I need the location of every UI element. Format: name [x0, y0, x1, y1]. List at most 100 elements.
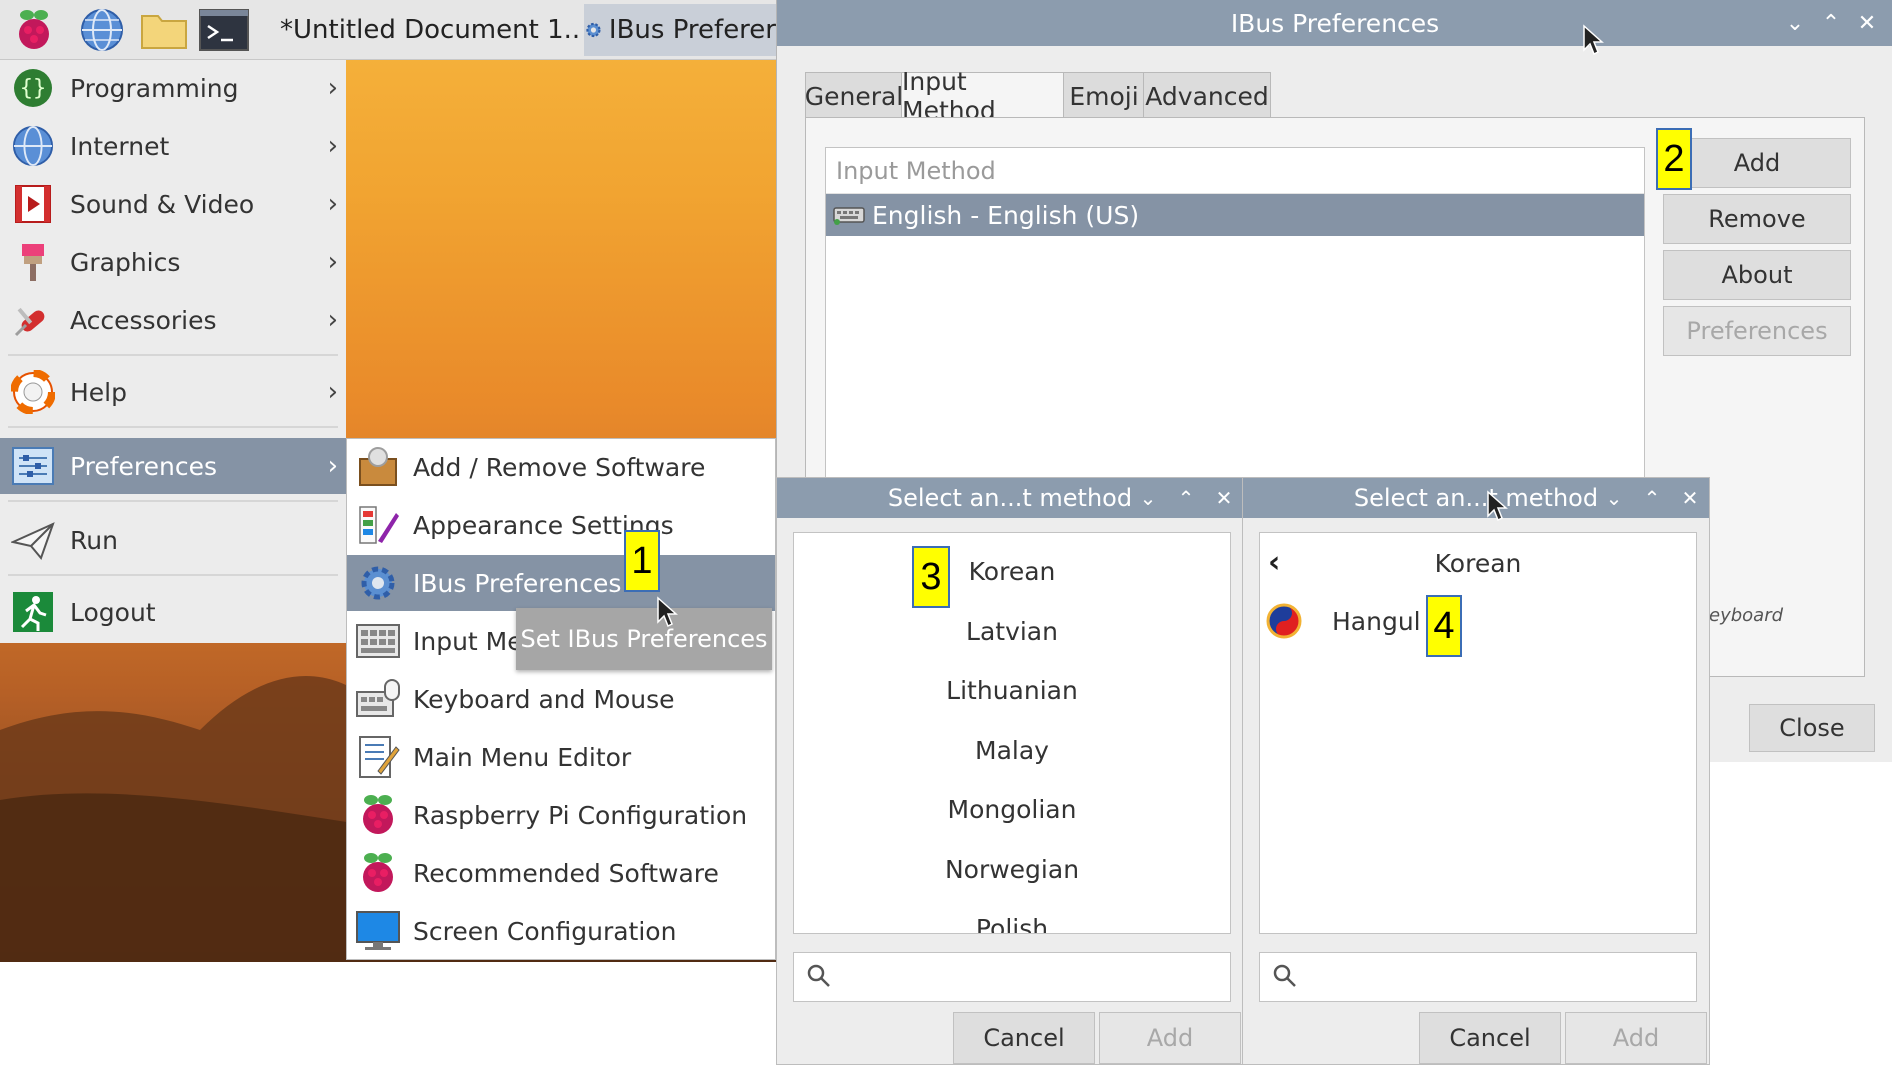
chevron-up-icon[interactable]: ⌃ [1169, 478, 1203, 518]
close-icon[interactable]: ✕ [1849, 0, 1885, 46]
svg-text:{}: {} [20, 76, 47, 101]
submenu-item-label: Main Menu Editor [413, 742, 632, 772]
submenu-item-label: Recommended Software [413, 858, 719, 888]
close-icon[interactable]: ✕ [1207, 478, 1241, 518]
taskbar-task-text-editor[interactable]: *Untitled Document 1... [274, 4, 582, 56]
ibus-gear-icon [355, 560, 401, 606]
language-item-polish[interactable]: Polish [794, 914, 1230, 933]
tab-input-method[interactable]: Input Method [901, 67, 1065, 125]
raspberry-icon [355, 792, 401, 838]
preferences-submenu: Add / Remove Software Appearance Setting… [346, 438, 776, 960]
menu-item-logout[interactable]: Logout [0, 584, 346, 640]
search-input[interactable] [793, 952, 1231, 1002]
tab-emoji[interactable]: Emoji [1063, 72, 1145, 120]
submenu-item-label: Add / Remove Software [413, 452, 706, 482]
language-list[interactable]: Korean Latvian Lithuanian Malay Mongolia… [793, 532, 1231, 934]
language-item-latvian[interactable]: Latvian [794, 617, 1230, 646]
submenu-item-raspberry-pi-configuration[interactable]: Raspberry Pi Configuration [347, 787, 775, 843]
raspberry-icon [355, 850, 401, 896]
pocket-knife-icon [10, 297, 56, 343]
submenu-item-screen-configuration[interactable]: Screen Configuration [347, 903, 775, 959]
add-button[interactable]: Add [1099, 1012, 1241, 1064]
add-button[interactable]: Add [1565, 1012, 1707, 1064]
chevron-right-icon: › [327, 451, 338, 481]
menu-item-label: Programming [70, 73, 239, 103]
close-icon[interactable]: ✕ [1673, 478, 1707, 518]
select-input-method-dialog-right: Select an...t method ⌄ ⌃ ✕ ‹ Korean Hang… [1242, 477, 1710, 1065]
submenu-item-label: Screen Configuration [413, 916, 677, 946]
menu-item-help[interactable]: Help › [0, 364, 346, 420]
language-item-malay[interactable]: Malay [794, 736, 1230, 765]
submenu-item-keyboard-and-mouse[interactable]: Keyboard and Mouse [347, 671, 775, 727]
web-browser-icon[interactable] [76, 6, 128, 54]
mouse-cursor-icon [1583, 24, 1604, 56]
menu-item-sound-video[interactable]: Sound & Video › [0, 176, 346, 232]
taskbar: *Untitled Document 1... IBus Preferer [0, 0, 776, 60]
menu-editor-icon [355, 734, 401, 780]
language-item-mongolian[interactable]: Mongolian [794, 795, 1230, 824]
file-manager-icon[interactable] [138, 6, 190, 54]
task-label: *Untitled Document 1... [280, 15, 582, 45]
chevron-up-icon[interactable]: ⌃ [1635, 478, 1669, 518]
remove-button[interactable]: Remove [1663, 194, 1851, 244]
exit-runner-icon [10, 589, 56, 635]
language-item-korean[interactable]: Korean [794, 557, 1230, 586]
terminal-icon[interactable] [198, 6, 250, 54]
chevron-down-icon[interactable]: ⌄ [1777, 0, 1813, 46]
chevron-down-icon[interactable]: ⌄ [1597, 478, 1631, 518]
chevron-right-icon: › [327, 305, 338, 335]
method-item-hangul[interactable]: Hangul [1260, 599, 1696, 645]
tooltip: Set IBus Preferences [516, 608, 772, 670]
menu-item-run[interactable]: Run [0, 512, 346, 568]
submenu-item-recommended-software[interactable]: Recommended Software [347, 845, 775, 901]
menu-item-graphics[interactable]: Graphics › [0, 234, 346, 290]
annotation-badge-1: 1 [624, 530, 660, 592]
taskbar-task-ibus[interactable]: IBus Preferer [584, 4, 776, 56]
menu-item-label: Internet [70, 131, 170, 161]
tab-advanced[interactable]: Advanced [1143, 72, 1271, 120]
language-item-norwegian[interactable]: Norwegian [794, 855, 1230, 884]
chevron-up-icon[interactable]: ⌃ [1813, 0, 1849, 46]
submenu-item-main-menu-editor[interactable]: Main Menu Editor [347, 729, 775, 785]
menu-item-programming[interactable]: {} Programming › [0, 60, 346, 116]
chevron-right-icon: › [327, 247, 338, 277]
select-input-method-dialog-left: Select an...t method ⌄ ⌃ ✕ Korean Latvia… [776, 477, 1244, 1065]
search-icon [807, 964, 830, 987]
method-list[interactable]: ‹ Korean Hangul [1259, 532, 1697, 934]
cancel-button[interactable]: Cancel [953, 1012, 1095, 1064]
list-item-english-us[interactable]: English - English (US) [826, 194, 1644, 236]
cancel-button[interactable]: Cancel [1419, 1012, 1561, 1064]
menu-item-accessories[interactable]: Accessories › [0, 292, 346, 348]
annotation-badge-4: 4 [1426, 595, 1462, 657]
language-header: Korean [1434, 549, 1522, 578]
annotation-badge-2: 2 [1656, 128, 1692, 190]
keyboard-text: eyboard [1709, 605, 1784, 626]
input-method-list[interactable]: Input Method English - English (US) [825, 147, 1645, 527]
list-item-label: English - English (US) [872, 200, 1140, 230]
chevron-down-icon[interactable]: ⌄ [1131, 478, 1165, 518]
search-input[interactable] [1259, 952, 1697, 1002]
submenu-item-ibus-preferences[interactable]: IBus Preferences [347, 555, 775, 611]
preferences-button[interactable]: Preferences [1663, 306, 1851, 356]
close-button[interactable]: Close [1749, 704, 1875, 752]
chevron-right-icon: › [327, 189, 338, 219]
language-item-lithuanian[interactable]: Lithuanian [794, 676, 1230, 705]
raspberry-menu-icon[interactable] [8, 6, 60, 54]
keyboard-grid-icon [355, 618, 401, 664]
tab-general[interactable]: General [805, 72, 903, 120]
software-package-icon [355, 444, 401, 490]
chevron-right-icon: › [327, 377, 338, 407]
submenu-item-appearance-settings[interactable]: Appearance Settings [347, 497, 775, 553]
menu-item-internet[interactable]: Internet › [0, 118, 346, 174]
paintbrush-icon [10, 239, 56, 285]
menu-item-preferences[interactable]: Preferences › [0, 438, 346, 494]
about-button[interactable]: About [1663, 250, 1851, 300]
preferences-sliders-icon [10, 443, 56, 489]
submenu-item-add-remove-software[interactable]: Add / Remove Software [347, 439, 775, 495]
menu-separator [8, 354, 338, 356]
mouse-cursor-icon [657, 596, 678, 628]
search-icon [1273, 964, 1296, 987]
task-label: IBus Preferer [608, 15, 776, 45]
internet-globe-icon [10, 123, 56, 169]
menu-item-label: Logout [70, 597, 156, 627]
